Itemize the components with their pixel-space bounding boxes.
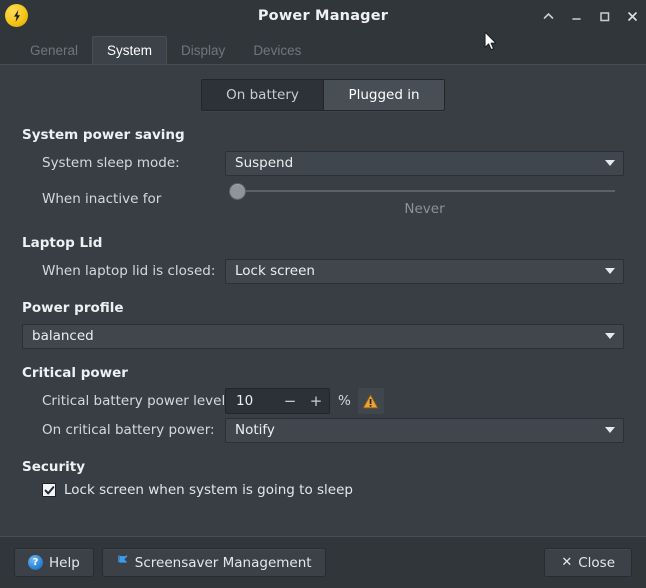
row-lid-closed: When laptop lid is closed: Lock screen bbox=[22, 258, 624, 284]
row-critical-battery-level: Critical battery power level: 10 − + % bbox=[22, 388, 624, 414]
screensaver-management-label: Screensaver Management bbox=[134, 554, 312, 571]
combo-on-critical-battery-power-value: Notify bbox=[235, 422, 275, 438]
dialog-button-bar: ? Help Screensaver Management ✕ Close bbox=[0, 536, 646, 588]
toggle-plugged-in[interactable]: Plugged in bbox=[323, 80, 444, 110]
section-title-power-profile: Power profile bbox=[22, 300, 124, 316]
help-circle-icon: ? bbox=[28, 555, 43, 570]
percent-unit-label: % bbox=[338, 393, 351, 409]
tab-bar: General System Display Devices bbox=[0, 32, 646, 64]
section-title-system-power-saving: System power saving bbox=[22, 127, 185, 143]
row-on-critical-battery-power: On critical battery power: Notify bbox=[22, 417, 624, 443]
row-power-profile: balanced bbox=[22, 323, 624, 349]
tab-devices[interactable]: Devices bbox=[239, 36, 315, 64]
combo-system-sleep-mode[interactable]: Suspend bbox=[225, 150, 624, 176]
slider-track bbox=[234, 190, 615, 192]
combo-lid-closed-action-value: Lock screen bbox=[235, 263, 315, 279]
help-button-label: Help bbox=[49, 554, 80, 571]
label-system-sleep-mode: System sleep mode: bbox=[42, 155, 180, 171]
section-title-security: Security bbox=[22, 459, 86, 475]
row-system-sleep-mode: System sleep mode: Suspend bbox=[22, 150, 624, 176]
warning-triangle-icon bbox=[357, 388, 384, 414]
row-lock-screen-on-sleep[interactable]: Lock screen when system is going to slee… bbox=[22, 482, 624, 498]
inactivity-slider[interactable]: Never bbox=[225, 179, 624, 219]
screensaver-management-button[interactable]: Screensaver Management bbox=[101, 548, 326, 577]
window-controls bbox=[540, 0, 640, 32]
combo-power-profile-value: balanced bbox=[32, 328, 94, 344]
combo-system-sleep-mode-value: Suspend bbox=[235, 155, 294, 171]
chevron-down-icon bbox=[605, 268, 615, 274]
stepper-increment-button[interactable]: + bbox=[303, 389, 329, 413]
tab-general[interactable]: General bbox=[16, 36, 92, 64]
label-lock-screen-on-sleep: Lock screen when system is going to slee… bbox=[64, 482, 353, 498]
label-when-inactive-for: When inactive for bbox=[42, 191, 162, 207]
chevron-up-icon[interactable] bbox=[540, 8, 556, 24]
close-x-icon: ✕ bbox=[561, 555, 573, 570]
chevron-down-icon bbox=[605, 427, 615, 433]
stepper-decrement-button[interactable]: − bbox=[277, 389, 303, 413]
help-button[interactable]: ? Help bbox=[14, 548, 94, 577]
title-bar: Power Manager bbox=[0, 0, 646, 32]
checkbox-lock-screen-on-sleep[interactable] bbox=[42, 483, 56, 497]
critical-battery-level-stepper[interactable]: 10 − + bbox=[225, 388, 330, 414]
system-settings-panel: On battery Plugged in System power savin… bbox=[0, 64, 646, 536]
tab-system[interactable]: System bbox=[92, 36, 168, 64]
tab-display[interactable]: Display bbox=[167, 36, 239, 64]
label-lid-closed: When laptop lid is closed: bbox=[42, 263, 216, 279]
label-on-critical-battery-power: On critical battery power: bbox=[42, 422, 215, 438]
combo-lid-closed-action[interactable]: Lock screen bbox=[225, 258, 624, 284]
close-dialog-label: Close bbox=[578, 554, 615, 571]
slider-value-label: Never bbox=[404, 201, 445, 217]
critical-battery-level-value: 10 bbox=[236, 393, 254, 409]
combo-on-critical-battery-power[interactable]: Notify bbox=[225, 417, 624, 443]
label-critical-battery-level: Critical battery power level: bbox=[42, 393, 230, 409]
power-manager-window: Power Manager General System Display Dev… bbox=[0, 0, 646, 588]
maximize-icon[interactable] bbox=[596, 8, 612, 24]
close-dialog-button[interactable]: ✕ Close bbox=[544, 548, 632, 577]
toggle-on-battery[interactable]: On battery bbox=[202, 80, 323, 110]
chevron-down-icon bbox=[605, 333, 615, 339]
power-source-toggle: On battery Plugged in bbox=[22, 79, 624, 111]
combo-power-profile[interactable]: balanced bbox=[22, 323, 624, 349]
section-title-critical-power: Critical power bbox=[22, 365, 128, 381]
slider-handle[interactable] bbox=[229, 183, 246, 200]
close-icon[interactable] bbox=[624, 8, 640, 24]
screensaver-arrow-icon bbox=[116, 554, 129, 571]
minimize-icon[interactable] bbox=[568, 8, 584, 24]
section-title-laptop-lid: Laptop Lid bbox=[22, 235, 103, 251]
row-when-inactive-for: When inactive for Never bbox=[22, 179, 624, 219]
chevron-down-icon bbox=[605, 160, 615, 166]
